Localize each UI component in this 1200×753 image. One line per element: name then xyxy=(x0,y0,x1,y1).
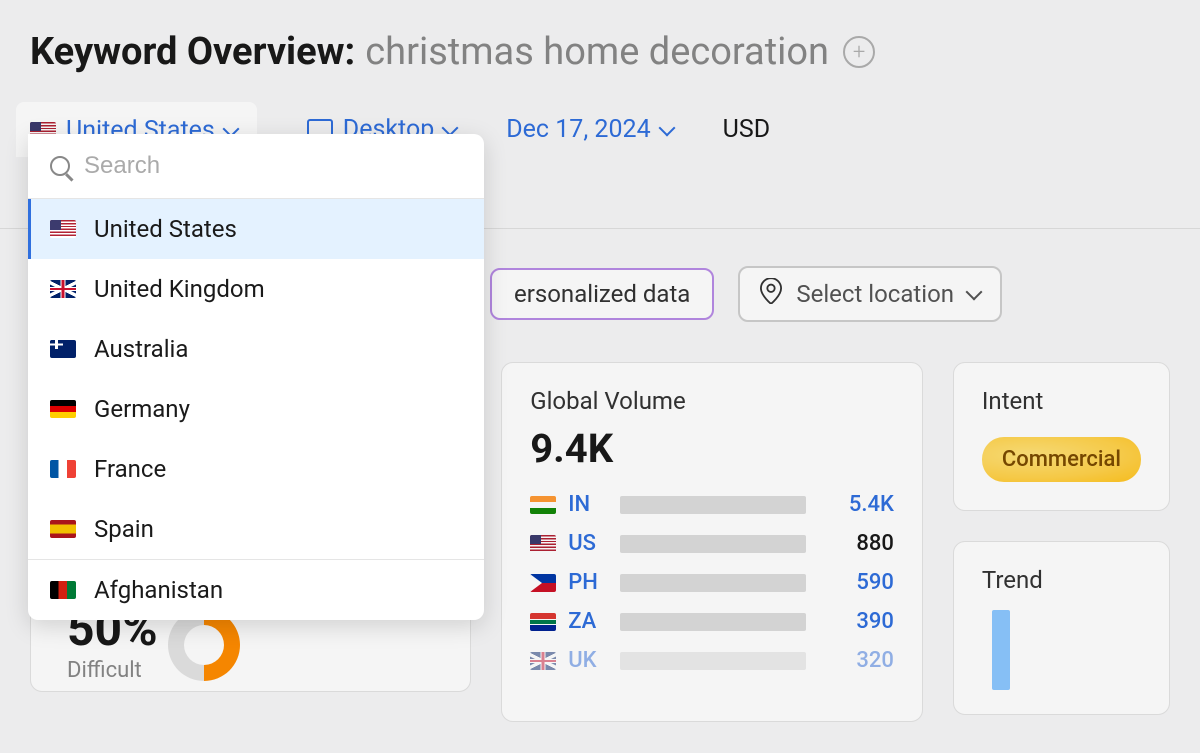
gv-row[interactable]: IN 5.4K xyxy=(530,492,894,517)
fr-flag-icon xyxy=(50,460,76,478)
gv-country-code: IN xyxy=(568,492,608,517)
es-flag-icon xyxy=(50,520,76,538)
gv-row[interactable]: ZA 390 xyxy=(530,609,894,634)
page-title-keyword: christmas home decoration xyxy=(365,30,829,74)
gv-row[interactable]: US 880 xyxy=(530,531,894,556)
za-flag-icon xyxy=(530,613,556,631)
trend-bar xyxy=(992,610,1010,690)
gv-country-code: PH xyxy=(568,570,608,595)
gb-flag-icon xyxy=(50,280,76,298)
date-filter[interactable]: Dec 17, 2024 xyxy=(506,115,672,144)
country-option-label: Spain xyxy=(94,515,154,543)
country-option-label: Afghanistan xyxy=(94,576,223,604)
country-option-es[interactable]: Spain xyxy=(28,499,484,559)
date-filter-label: Dec 17, 2024 xyxy=(506,115,650,144)
add-keyword-button[interactable]: + xyxy=(843,36,875,68)
page-title-prefix: Keyword Overview: xyxy=(30,30,355,74)
country-option-label: Australia xyxy=(94,335,188,363)
trend-card: Trend xyxy=(953,541,1170,715)
gv-bar xyxy=(620,496,806,514)
country-option-fr[interactable]: France xyxy=(28,439,484,499)
gv-bar xyxy=(620,574,806,592)
country-option-label: United States xyxy=(94,215,237,243)
search-icon xyxy=(50,156,70,176)
country-option-us[interactable]: United States xyxy=(28,199,484,259)
country-option-label: France xyxy=(94,455,166,483)
gv-value: 590 xyxy=(818,570,894,595)
gv-value: 320 xyxy=(818,648,894,673)
gv-country-code: US xyxy=(568,531,608,556)
country-option-gb[interactable]: United Kingdom xyxy=(28,259,484,319)
in-flag-icon xyxy=(530,496,556,514)
gv-row[interactable]: UK 320 xyxy=(530,648,894,673)
chevron-down-icon xyxy=(966,284,983,301)
intent-card: Intent Commercial xyxy=(953,362,1170,511)
gv-value: 880 xyxy=(818,531,894,556)
country-option-af[interactable]: Afghanistan xyxy=(28,559,484,620)
intent-badge: Commercial xyxy=(982,437,1141,482)
country-option-label: United Kingdom xyxy=(94,275,265,303)
global-volume-card: Global Volume 9.4K IN 5.4K US 880 PH 590 ZA 390… xyxy=(501,362,923,722)
country-option-au[interactable]: Australia xyxy=(28,319,484,379)
currency-label: USD xyxy=(723,115,770,144)
us-flag-icon xyxy=(530,535,556,553)
country-option-label: Germany xyxy=(94,395,190,423)
chevron-down-icon xyxy=(658,119,675,136)
location-pin-icon xyxy=(760,278,782,310)
intent-title: Intent xyxy=(982,387,1141,415)
de-flag-icon xyxy=(50,400,76,418)
ph-flag-icon xyxy=(530,574,556,592)
us-flag-icon xyxy=(50,220,76,238)
page-title-row: Keyword Overview: christmas home decorat… xyxy=(30,30,1170,74)
gv-row[interactable]: PH 590 xyxy=(530,570,894,595)
kd-label: Difficult xyxy=(67,658,142,683)
select-location-button[interactable]: Select location xyxy=(738,266,1002,322)
country-search-input[interactable] xyxy=(84,152,462,180)
gb-flag-icon xyxy=(530,652,556,670)
select-location-label: Select location xyxy=(796,280,954,308)
gv-country-code: UK xyxy=(568,648,608,673)
country-option-de[interactable]: Germany xyxy=(28,379,484,439)
personalized-data-chip[interactable]: ersonalized data xyxy=(490,268,714,320)
trend-title: Trend xyxy=(982,566,1141,594)
af-flag-icon xyxy=(50,581,76,599)
country-search-row xyxy=(28,134,484,199)
gv-value: 5.4K xyxy=(818,492,894,517)
gv-bar xyxy=(620,535,806,553)
global-volume-value: 9.4K xyxy=(530,425,894,472)
country-dropdown: United States United Kingdom Australia Germ… xyxy=(28,134,484,620)
global-volume-title: Global Volume xyxy=(530,387,894,415)
gv-bar xyxy=(620,652,806,670)
gv-country-code: ZA xyxy=(568,609,608,634)
gv-bar xyxy=(620,613,806,631)
au-flag-icon xyxy=(50,340,76,358)
gv-value: 390 xyxy=(818,609,894,634)
